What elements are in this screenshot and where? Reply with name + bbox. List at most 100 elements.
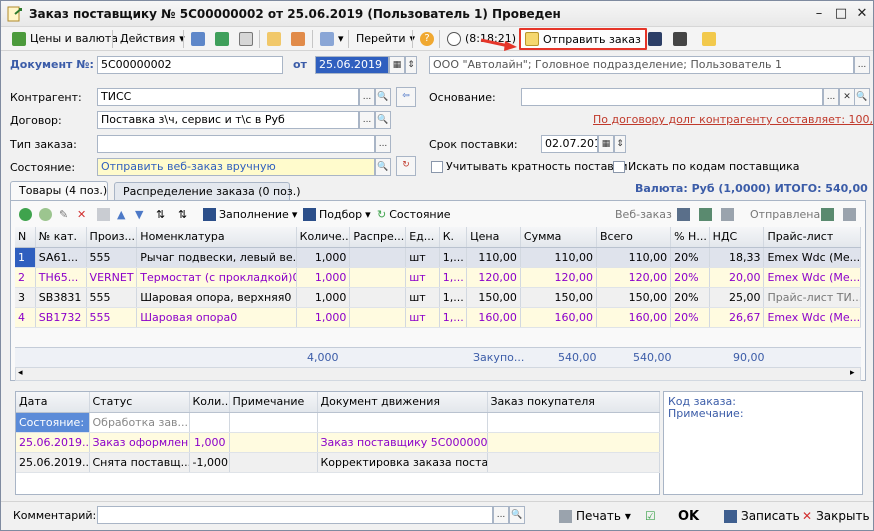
dogovor-field[interactable]: Поставка з\ч, сервис и т\с в Руб (97, 111, 359, 129)
help-button[interactable]: ? (415, 28, 439, 49)
state-button[interactable]: ↻ Состояние (377, 205, 451, 223)
scroll-left-icon[interactable]: ◂ (18, 368, 23, 378)
column-header[interactable]: Статус (89, 392, 190, 413)
new-document-button[interactable] (262, 28, 286, 49)
structure-button[interactable]: ▾ (315, 28, 349, 49)
move-up-button[interactable]: ▲ (117, 205, 125, 223)
close-button[interactable]: ✕ Закрыть (802, 506, 870, 526)
copy-document-button[interactable] (234, 28, 258, 49)
delete-row-button[interactable]: ✕ (77, 205, 86, 223)
table-row[interactable]: 4 SB1732 555 Шаровая опора0 1,000 шт 1,.… (15, 307, 861, 328)
column-header[interactable]: Коли... (189, 392, 230, 413)
delivery-date-field[interactable]: 02.07.2019 (541, 135, 598, 153)
column-header[interactable]: Документ движения (317, 392, 488, 413)
column-header[interactable]: Сумма (520, 227, 598, 248)
column-header[interactable]: НДС (709, 227, 765, 248)
dogovor-select-button[interactable]: ... (359, 111, 375, 129)
table-row[interactable]: 25.06.2019... Заказ оформлен 1,000 Заказ… (16, 432, 660, 453)
hierarchy-button[interactable] (643, 28, 667, 49)
sort-desc-button[interactable]: ⇅ (178, 205, 187, 223)
date-spin-button[interactable]: ⇕ (405, 56, 417, 74)
horizontal-scrollbar[interactable]: ◂ ▸ (15, 367, 861, 381)
osnovanie-field[interactable] (521, 88, 823, 106)
post-document-button[interactable] (186, 28, 210, 49)
order-type-field[interactable] (97, 135, 375, 153)
column-header[interactable]: Примечание (229, 392, 318, 413)
calendar-button[interactable]: ▦ (389, 56, 405, 74)
comment-select-button[interactable]: ... (493, 506, 509, 524)
column-header[interactable]: Ед... (405, 227, 440, 248)
save-button[interactable]: Записать (724, 506, 800, 526)
doc-number-field[interactable]: 5С00000002 (97, 56, 283, 74)
table-row[interactable]: 3 SB3831 555 Шаровая опора, верхняя0 1,0… (15, 287, 861, 308)
osnovanie-clear-button[interactable]: ✕ (839, 88, 855, 106)
copy-row-button[interactable] (39, 205, 52, 223)
organization-select-button[interactable]: ... (854, 56, 870, 74)
kontragent-select-button[interactable]: ... (359, 88, 375, 106)
card-button[interactable] (697, 28, 721, 49)
state-search-button[interactable]: 🔍 (375, 158, 391, 176)
edit-row-button[interactable]: ✎ (59, 205, 68, 223)
print-menu[interactable]: Печать ▾ (559, 506, 631, 526)
sort-asc-button[interactable]: ⇅ (156, 205, 165, 223)
comment-search-button[interactable]: 🔍 (509, 506, 525, 524)
table-row[interactable]: Состояние: Обработка зав... (16, 412, 660, 433)
delivery-calendar-button[interactable]: ▦ (598, 135, 614, 153)
maximize-button[interactable]: □ (831, 5, 851, 23)
column-header[interactable]: Цена (466, 227, 521, 248)
table-row[interactable]: 25.06.2019... Снята поставщ... -1,000 Ко… (16, 452, 660, 473)
refresh-document-button[interactable] (210, 28, 234, 49)
minimize-button[interactable]: – (809, 5, 829, 23)
table-row[interactable]: 1 SA61... 555 Рычаг подвески, левый ве..… (15, 247, 861, 268)
scroll-right-icon[interactable]: ▸ (850, 368, 855, 378)
list-view-button[interactable] (668, 28, 692, 49)
table-row[interactable]: 2 TH65... VERNET Термостат (с прокладкой… (15, 267, 861, 288)
add-row-button[interactable] (19, 205, 32, 223)
column-header[interactable]: Произ... (86, 227, 138, 248)
doc-date-field[interactable]: 25.06.2019 (315, 56, 389, 74)
actions-menu[interactable]: Действия ▾ (115, 28, 190, 49)
column-header[interactable]: № кат. (35, 227, 87, 248)
sent-button-2[interactable] (843, 205, 856, 223)
sent-button-1[interactable] (821, 205, 834, 223)
goto-menu[interactable]: Перейти ▾ (351, 28, 420, 49)
multiplicity-checkbox[interactable] (431, 161, 443, 173)
tab-distribution[interactable]: Распределение заказа (0 поз.) (114, 182, 301, 201)
web-order-button-1[interactable] (677, 205, 690, 223)
column-header[interactable]: К. (439, 227, 468, 248)
column-header[interactable]: Прайс-лист (763, 227, 861, 248)
column-header[interactable]: Номенклатура (136, 227, 297, 248)
send-order-button[interactable]: Отправить заказ (519, 28, 647, 50)
supplier-codes-checkbox[interactable] (613, 161, 625, 173)
organization-field[interactable]: ООО "Автолайн"; Головное подразделение; … (429, 56, 854, 74)
delivery-spin-button[interactable]: ⇕ (614, 135, 626, 153)
kontragent-open-button[interactable]: ⇦ (396, 87, 416, 107)
dogovor-search-button[interactable]: 🔍 (375, 111, 391, 129)
web-order-button-3[interactable] (721, 205, 734, 223)
column-header[interactable]: N (15, 227, 36, 248)
column-header[interactable]: % Н... (670, 227, 710, 248)
fill-menu[interactable]: Заполнение ▾ (203, 205, 297, 223)
osnovanie-search-button[interactable]: 🔍 (854, 88, 870, 106)
column-header[interactable]: Распре... (349, 227, 407, 248)
web-order-button-2[interactable] (699, 205, 712, 223)
selection-menu[interactable]: Подбор ▾ (303, 205, 371, 223)
state-field[interactable]: Отправить веб-заказ вручную (97, 158, 375, 176)
column-header[interactable]: Количе... (296, 227, 351, 248)
state-refresh-button[interactable]: ↻ (396, 156, 416, 176)
close-window-button[interactable]: ✕ (852, 5, 872, 23)
debt-link[interactable]: По договору долг контрагенту составляет:… (593, 113, 873, 126)
ok-button[interactable]: OK (678, 506, 699, 526)
osnovanie-select-button[interactable]: ... (823, 88, 839, 106)
kontragent-field[interactable]: ТИСС (97, 88, 359, 106)
prices-currency-button[interactable]: Цены и валюта (7, 28, 123, 49)
column-header[interactable]: Заказ покупателя (487, 392, 660, 413)
comment-field[interactable] (97, 506, 493, 524)
end-edit-button[interactable] (97, 205, 110, 223)
move-down-button[interactable]: ▼ (135, 205, 143, 223)
order-type-select-button[interactable]: ... (375, 135, 391, 153)
column-header[interactable]: Всего (596, 227, 672, 248)
kontragent-search-button[interactable]: 🔍 (375, 88, 391, 106)
column-header[interactable]: Дата (16, 392, 90, 413)
attach-document-button[interactable] (286, 28, 310, 49)
